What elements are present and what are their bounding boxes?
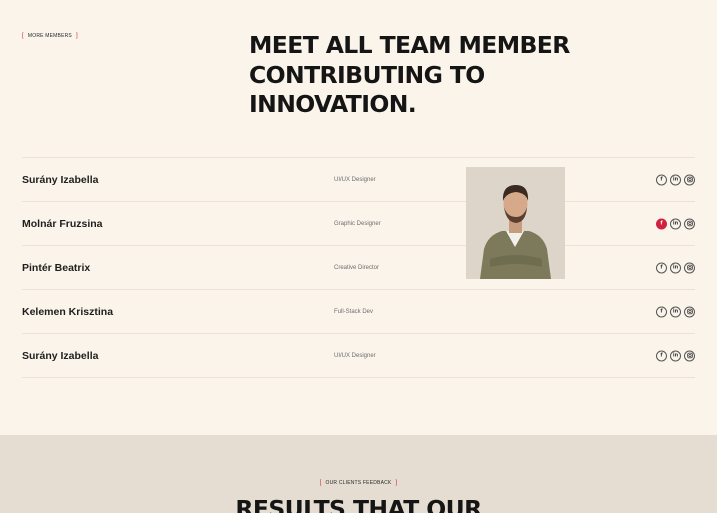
social-links: f in [656, 218, 695, 229]
member-name: Pintér Beatrix [22, 261, 91, 274]
instagram-icon[interactable] [684, 350, 695, 361]
member-role: UI/UX Designer [334, 176, 376, 183]
linkedin-icon[interactable]: in [670, 306, 681, 317]
team-member-row[interactable]: Surány Izabella UI/UX Designer f in [22, 334, 695, 378]
social-links: f in [656, 350, 695, 361]
linkedin-icon[interactable]: in [670, 174, 681, 185]
member-role: Creative Director [334, 264, 380, 271]
feedback-title: RESULTS THAT OUR [235, 495, 482, 513]
member-name: Surány Izabella [22, 349, 99, 362]
section-tag: [ MORE MEMBERS ] [22, 33, 78, 39]
section-headline: MEET ALL TEAM MEMBER CONTRIBUTING TO INN… [249, 31, 649, 120]
member-name: Kelemen Krisztina [22, 305, 114, 318]
bracket-open: [ [319, 480, 322, 486]
section-tag-label: OUR CLIENTS FEEDBACK [325, 480, 392, 486]
facebook-icon[interactable]: f [656, 306, 667, 317]
team-member-row[interactable]: Kelemen Krisztina Full-Stack Dev f in [22, 290, 695, 334]
facebook-icon[interactable]: f [656, 174, 667, 185]
bracket-close: ] [395, 480, 398, 486]
social-links: f in [656, 262, 695, 273]
headline-line: INNOVATION. [249, 90, 417, 118]
member-photo [466, 167, 565, 279]
bracket-open: [ [22, 33, 24, 39]
portrait-illustration [466, 167, 565, 279]
facebook-icon[interactable]: f [656, 350, 667, 361]
team-member-row[interactable]: Pintér Beatrix Creative Director f in [22, 246, 695, 290]
team-member-list: Surány Izabella UI/UX Designer f in Moln… [22, 157, 695, 378]
facebook-icon[interactable]: f [656, 262, 667, 273]
member-name: Surány Izabella [22, 173, 99, 186]
social-links: f in [656, 174, 695, 185]
clients-feedback-section: [ OUR CLIENTS FEEDBACK ] RESULTS THAT OU… [0, 435, 717, 513]
headline-line: MEET ALL TEAM MEMBER [249, 31, 570, 59]
instagram-icon[interactable] [684, 306, 695, 317]
linkedin-icon[interactable]: in [670, 350, 681, 361]
instagram-icon[interactable] [684, 218, 695, 229]
linkedin-icon[interactable]: in [670, 218, 681, 229]
member-name: Molnár Fruzsina [22, 217, 103, 230]
team-member-row[interactable]: Surány Izabella UI/UX Designer f in [22, 158, 695, 202]
linkedin-icon[interactable]: in [670, 262, 681, 273]
team-member-row[interactable]: Molnár Fruzsina Graphic Designer f in [22, 202, 695, 246]
social-links: f in [656, 306, 695, 317]
member-role: Full-Stack Dev [334, 308, 374, 315]
instagram-icon[interactable] [684, 262, 695, 273]
facebook-icon[interactable]: f [656, 218, 667, 229]
section-tag: [ OUR CLIENTS FEEDBACK ] [0, 480, 717, 486]
member-role: Graphic Designer [334, 220, 381, 227]
section-tag-label: MORE MEMBERS [27, 33, 72, 39]
instagram-icon[interactable] [684, 174, 695, 185]
member-role: UI/UX Designer [334, 352, 376, 359]
bracket-close: ] [75, 33, 78, 39]
headline-line: CONTRIBUTING TO [249, 60, 485, 89]
